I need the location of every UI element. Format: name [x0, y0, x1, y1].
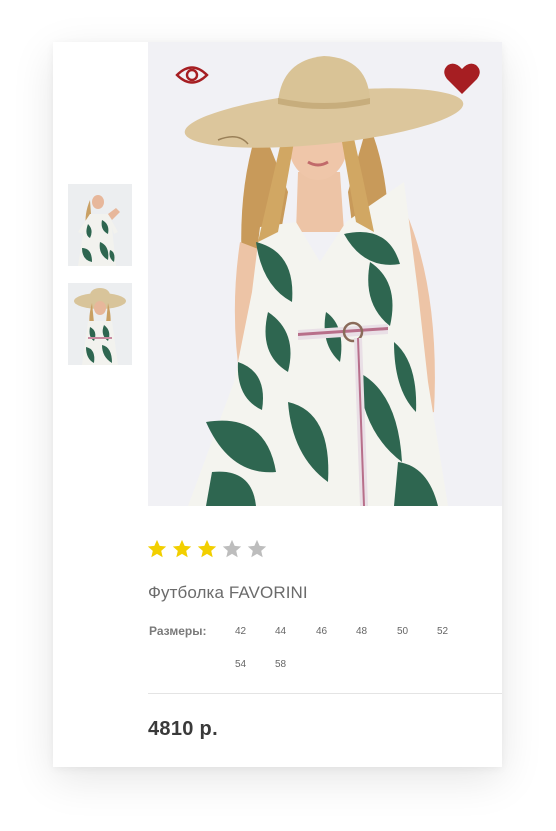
size-option-46[interactable]: 46: [316, 626, 327, 637]
size-option-42[interactable]: 42: [235, 626, 246, 637]
star-empty-icon[interactable]: [221, 538, 243, 560]
product-main-image[interactable]: [148, 42, 502, 506]
eye-icon: [175, 66, 209, 84]
heart-icon: [444, 63, 480, 94]
thumbnail-model-hat-photo: [68, 283, 132, 365]
product-card: Футболка FAVORINI Размеры: 42 44 46 48 5…: [53, 42, 502, 767]
thumbnail-2[interactable]: [68, 283, 132, 365]
size-option-50[interactable]: 50: [397, 626, 408, 637]
star-filled-icon[interactable]: [171, 538, 193, 560]
size-option-44[interactable]: 44: [275, 626, 286, 637]
thumbnail-model-dress-photo: [68, 184, 132, 266]
size-option-58[interactable]: 58: [275, 659, 286, 670]
size-option-54[interactable]: 54: [235, 659, 246, 670]
thumbnail-1[interactable]: [68, 184, 132, 266]
product-price: 4810 р.: [148, 718, 218, 740]
size-option-52[interactable]: 52: [437, 626, 448, 637]
size-option-48[interactable]: 48: [356, 626, 367, 637]
star-filled-icon[interactable]: [196, 538, 218, 560]
star-empty-icon[interactable]: [246, 538, 268, 560]
favorite-button[interactable]: [443, 62, 481, 96]
rating-stars: [146, 538, 268, 560]
product-title[interactable]: Футболка FAVORINI: [148, 583, 308, 603]
sizes-label: Размеры:: [149, 624, 207, 638]
star-filled-icon[interactable]: [146, 538, 168, 560]
divider: [148, 693, 502, 694]
model-in-palm-print-dress-and-sun-hat-photo: [148, 42, 502, 506]
quick-view-button[interactable]: [175, 62, 209, 88]
